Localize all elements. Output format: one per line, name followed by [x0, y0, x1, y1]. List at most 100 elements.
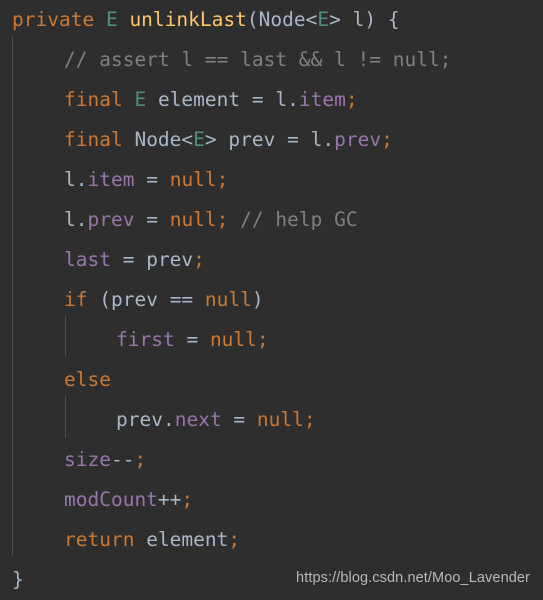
- semicolon-3: ;: [216, 168, 229, 191]
- field-item-2: item: [87, 168, 135, 191]
- assign-operator-7: =: [221, 408, 257, 431]
- method-name-unlinkLast: unlinkLast: [129, 8, 247, 31]
- brace-open: {: [387, 8, 400, 31]
- code-line-7[interactable]: last = prev;: [0, 240, 543, 280]
- semicolon-6: ;: [256, 328, 269, 351]
- field-prev-2: prev: [87, 208, 135, 231]
- keyword-return: return: [64, 528, 135, 551]
- angle-open-2: <: [181, 128, 194, 151]
- code-line-4[interactable]: final Node<E> prev = l.prev;: [0, 120, 543, 160]
- code-line-12[interactable]: size--;: [0, 440, 543, 480]
- field-prev: prev: [334, 128, 382, 151]
- assign-operator: =: [240, 88, 276, 111]
- local-prev-ref: prev: [146, 248, 194, 271]
- angle-close-2: >: [204, 128, 217, 151]
- angle-open: <: [305, 8, 318, 31]
- dot: .: [287, 88, 299, 111]
- type-param-E-generic-2: E: [193, 128, 205, 151]
- paren-close: ): [364, 8, 377, 31]
- assign-operator-2: =: [275, 128, 311, 151]
- param-l-ref-2: l: [310, 128, 323, 151]
- code-line-8[interactable]: if (prev == null): [0, 280, 543, 320]
- local-element: element: [157, 88, 241, 111]
- type-param-E-generic: E: [317, 8, 330, 31]
- dot-5: .: [162, 408, 175, 431]
- class-Node-2: Node: [134, 128, 182, 151]
- assign-operator-5: =: [110, 248, 147, 271]
- dot-3: .: [75, 168, 88, 191]
- field-size: size: [64, 448, 111, 471]
- semicolon-9: ;: [181, 488, 194, 511]
- semicolon-2: ;: [381, 128, 393, 151]
- field-next: next: [174, 408, 222, 431]
- assign-operator-4: =: [134, 208, 170, 231]
- keyword-null-5: null: [256, 408, 304, 431]
- keyword-null-2: null: [169, 208, 217, 231]
- type-param-E-elem: E: [134, 88, 147, 111]
- local-element-ref: element: [146, 528, 229, 551]
- watermark-url: https://blog.csdn.net/Moo_Lavender: [296, 570, 530, 586]
- param-l-ref-3: l: [64, 168, 76, 191]
- comment-help-gc: // help GC: [240, 208, 358, 231]
- local-prev-ref-3: prev: [116, 408, 163, 431]
- dot-4: .: [75, 208, 88, 231]
- keyword-final: final: [64, 88, 123, 111]
- semicolon-5: ;: [193, 248, 205, 271]
- code-line-2[interactable]: // assert l == last && l != null;: [0, 40, 543, 80]
- keyword-null: null: [169, 168, 217, 191]
- param-l-ref: l: [275, 88, 288, 111]
- keyword-final-2: final: [64, 128, 123, 151]
- increment-operator: ++: [157, 488, 182, 511]
- code-line-3[interactable]: final E element = l.item;: [0, 80, 543, 120]
- paren-open-2: (: [99, 288, 111, 311]
- type-param-E: E: [105, 8, 118, 31]
- code-editor-viewport[interactable]: private E unlinkLast(Node<E> l) { // ass…: [0, 0, 543, 600]
- semicolon-10: ;: [228, 528, 241, 551]
- semicolon-4: ;: [216, 208, 229, 231]
- keyword-private: private: [12, 8, 95, 31]
- code-line-9[interactable]: first = null;: [0, 320, 543, 360]
- assign-operator-3: =: [134, 168, 170, 191]
- field-last: last: [64, 248, 111, 271]
- keyword-if: if: [64, 288, 88, 311]
- param-l: l: [352, 8, 365, 31]
- code-line-5[interactable]: l.item = null;: [0, 160, 543, 200]
- equality-operator: ==: [157, 288, 205, 311]
- local-prev-ref-2: prev: [110, 288, 158, 311]
- assign-operator-6: =: [174, 328, 210, 351]
- code-line-10[interactable]: else: [0, 360, 543, 400]
- local-prev: prev: [228, 128, 276, 151]
- param-l-ref-4: l: [64, 208, 76, 231]
- code-line-11[interactable]: prev.next = null;: [0, 400, 543, 440]
- keyword-null-3: null: [204, 288, 252, 311]
- dot-2: .: [322, 128, 335, 151]
- code-screenshot: private E unlinkLast(Node<E> l) { // ass…: [0, 0, 543, 600]
- semicolon: ;: [345, 88, 358, 111]
- paren-open: (: [246, 8, 259, 31]
- code-line-14[interactable]: return element;: [0, 520, 543, 560]
- semicolon-8: ;: [134, 448, 147, 471]
- field-modCount: modCount: [64, 488, 158, 511]
- keyword-else: else: [64, 368, 111, 391]
- brace-close: }: [12, 568, 24, 591]
- decrement-operator: --: [110, 448, 135, 471]
- code-line-1[interactable]: private E unlinkLast(Node<E> l) {: [0, 0, 543, 40]
- semicolon-7: ;: [303, 408, 316, 431]
- code-line-13[interactable]: modCount++;: [0, 480, 543, 520]
- field-first: first: [116, 328, 175, 351]
- code-line-6[interactable]: l.prev = null; // help GC: [0, 200, 543, 240]
- keyword-null-4: null: [209, 328, 257, 351]
- angle-close: >: [329, 8, 341, 31]
- comment-assert: // assert l == last && l != null;: [64, 48, 452, 71]
- paren-close-2: ): [251, 288, 264, 311]
